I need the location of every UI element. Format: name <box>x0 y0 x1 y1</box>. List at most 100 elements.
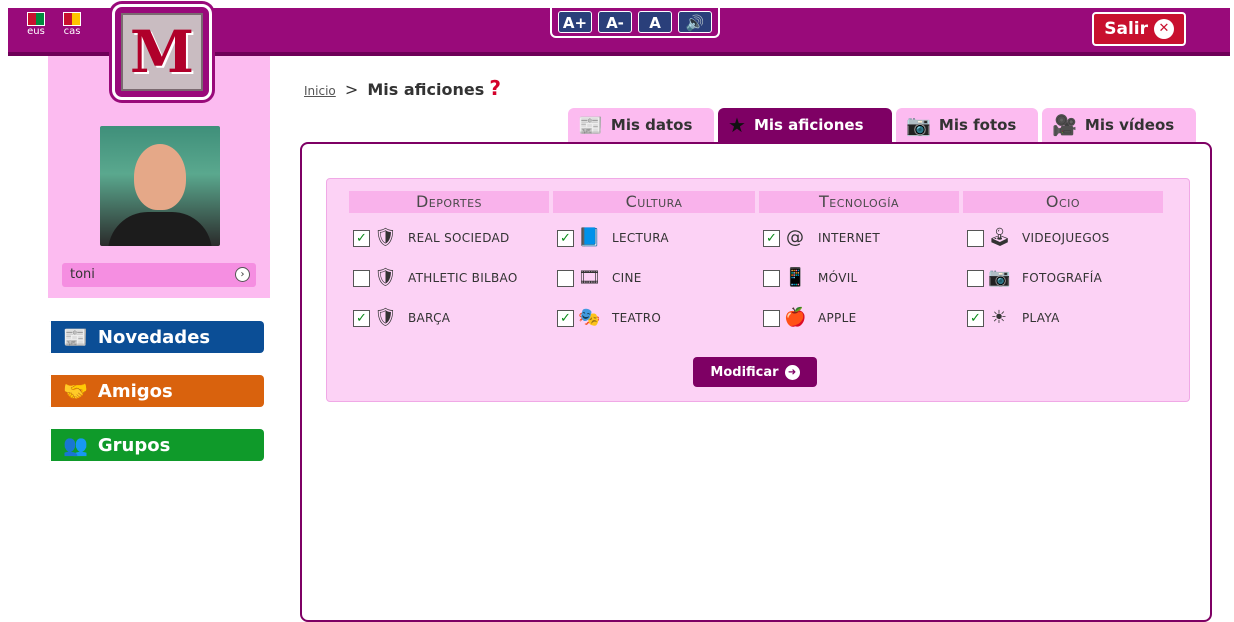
modify-button[interactable]: Modificar ➜ <box>693 357 817 387</box>
breadcrumb-current: Mis aficiones <box>367 80 485 99</box>
theater-masks-icon: 🎭 <box>578 307 601 328</box>
mobile-phone-icon: 📱 <box>784 267 807 288</box>
hobby-label: REAL SOCIEDAD <box>408 231 510 245</box>
breadcrumb: Inicio > Mis aficiones ? <box>304 76 501 100</box>
hobby-label: FOTOGRAFÍA <box>1022 271 1103 285</box>
star-icon: ★ <box>728 113 746 137</box>
chevron-right-icon[interactable]: › <box>235 267 250 282</box>
hobby-label: MÓVIL <box>818 271 858 285</box>
audio-button[interactable]: 🔊 <box>678 11 712 33</box>
hobby-apple: 🍎 APPLE <box>763 305 856 331</box>
hobbies-box: Deportes Cultura Tecnología Ocio ✓ 🛡 REA… <box>326 178 1190 402</box>
help-icon[interactable]: ? <box>489 76 501 100</box>
hobby-teatro: ✓ 🎭 TEATRO <box>557 305 661 331</box>
apple-icon: 🍎 <box>784 307 807 328</box>
site-logo[interactable]: M <box>112 4 212 100</box>
tab-mis-datos[interactable]: 📰 Mis datos <box>568 108 714 142</box>
hobby-playa: ✓ ☀ PLAYA <box>967 305 1060 331</box>
hobby-checkbox[interactable] <box>967 269 984 287</box>
nav-grupos-label: Grupos <box>97 434 171 456</box>
speaker-icon: 🔊 <box>685 14 705 32</box>
tab-mis-videos[interactable]: 🎥 Mis vídeos <box>1042 108 1196 142</box>
nav-grupos-button[interactable]: 👥 Grupos <box>46 429 264 461</box>
hobby-movil: 📱 MÓVIL <box>763 265 858 291</box>
hobby-athletic-bilbao: 🛡 ATHLETIC BILBAO <box>353 265 518 291</box>
hobby-label: TEATRO <box>612 311 662 325</box>
arrow-right-icon: ➜ <box>784 364 800 380</box>
logout-button[interactable]: Salir ✕ <box>1092 12 1186 46</box>
modify-button-label: Modificar <box>710 364 779 380</box>
hobby-checkbox[interactable]: ✓ <box>967 309 984 327</box>
logo-letter: M <box>129 18 195 86</box>
hobby-videojuegos: 🕹 VIDEOJUEGOS <box>967 225 1110 251</box>
hobby-fotografia: 📷 FOTOGRAFÍA <box>967 265 1102 291</box>
film-icon: 🎞 <box>578 267 601 288</box>
lang-eus[interactable]: eus <box>24 12 48 38</box>
font-decrease-button[interactable]: A- <box>598 11 632 33</box>
content-panel: Deportes Cultura Tecnología Ocio ✓ 🛡 REA… <box>300 142 1212 622</box>
real-sociedad-crest-icon: 🛡 <box>374 227 397 248</box>
hobby-checkbox[interactable] <box>967 229 984 247</box>
hobby-checkbox[interactable] <box>557 269 574 287</box>
lang-cas-label[interactable]: cas <box>60 26 84 38</box>
hobby-checkbox[interactable] <box>763 269 780 287</box>
user-bar[interactable]: toni › <box>62 263 256 287</box>
tab-mis-datos-label: Mis datos <box>610 116 693 134</box>
flag-eus-icon <box>27 12 45 26</box>
hobby-checkbox[interactable]: ✓ <box>763 229 780 247</box>
hobby-checkbox[interactable] <box>763 309 780 327</box>
column-header-ocio: Ocio <box>963 191 1163 213</box>
hobby-barca: ✓ 🛡 BARÇA <box>353 305 450 331</box>
hobby-checkbox[interactable]: ✓ <box>353 309 370 327</box>
hobby-label: LECTURA <box>612 231 669 245</box>
contrast-button[interactable]: A <box>638 11 672 33</box>
nav-novedades-label: Novedades <box>97 326 211 348</box>
column-header-tecnologia: Tecnología <box>759 191 959 213</box>
nav-amigos-button[interactable]: 🤝 Amigos <box>46 375 264 407</box>
joystick-icon: 🕹 <box>988 227 1011 248</box>
video-camera-icon: 🎥 <box>1052 113 1077 137</box>
tab-mis-aficiones-label: Mis aficiones <box>753 116 864 134</box>
hobby-checkbox[interactable]: ✓ <box>353 229 370 247</box>
logout-label: Salir <box>1104 19 1148 39</box>
user-name: toni <box>70 267 95 282</box>
hobby-real-sociedad: ✓ 🛡 REAL SOCIEDAD <box>353 225 510 251</box>
hobby-label: PLAYA <box>1022 311 1060 325</box>
newspaper-icon: 📰 <box>63 325 88 349</box>
hobby-label: CINE <box>612 271 642 285</box>
barca-crest-icon: 🛡 <box>374 307 397 328</box>
book-icon: 📘 <box>578 227 601 248</box>
hobby-cine: 🎞 CINE <box>557 265 642 291</box>
lang-cas[interactable]: cas <box>60 12 84 38</box>
tab-mis-fotos-label: Mis fotos <box>938 116 1017 134</box>
hobby-label: ATHLETIC BILBAO <box>408 271 518 285</box>
newspaper-icon: 📰 <box>578 113 603 137</box>
hobby-lectura: ✓ 📘 LECTURA <box>557 225 669 251</box>
handshake-icon: 🤝 <box>63 379 88 403</box>
lang-eus-label[interactable]: eus <box>24 26 48 38</box>
font-increase-button[interactable]: A+ <box>558 11 592 33</box>
tab-mis-fotos[interactable]: 📷 Mis fotos <box>896 108 1038 142</box>
nav-novedades-button[interactable]: 📰 Novedades <box>46 321 264 353</box>
hobby-label: VIDEOJUEGOS <box>1022 231 1110 245</box>
avatar <box>100 126 220 246</box>
hobby-checkbox[interactable] <box>353 269 370 287</box>
tab-mis-aficiones[interactable]: ★ Mis aficiones <box>718 108 892 142</box>
camera-icon: 📷 <box>906 113 931 137</box>
hobby-checkbox[interactable]: ✓ <box>557 309 574 327</box>
hobby-internet: ✓ @ INTERNET <box>763 225 880 251</box>
hobby-label: APPLE <box>818 311 857 325</box>
at-sign-icon: @ <box>786 227 804 248</box>
hobby-checkbox[interactable]: ✓ <box>557 229 574 247</box>
camera-icon: 📷 <box>988 267 1011 288</box>
group-icon: 👥 <box>63 433 88 457</box>
column-header-cultura: Cultura <box>553 191 755 213</box>
breadcrumb-home-link[interactable]: Inicio <box>304 84 336 98</box>
column-header-deportes: Deportes <box>349 191 549 213</box>
tab-mis-videos-label: Mis vídeos <box>1084 116 1175 134</box>
hobby-label: INTERNET <box>818 231 881 245</box>
athletic-bilbao-crest-icon: 🛡 <box>374 267 397 288</box>
hobby-label: BARÇA <box>408 311 451 325</box>
sun-icon: ☀ <box>990 307 1008 328</box>
breadcrumb-separator: > <box>344 80 359 99</box>
